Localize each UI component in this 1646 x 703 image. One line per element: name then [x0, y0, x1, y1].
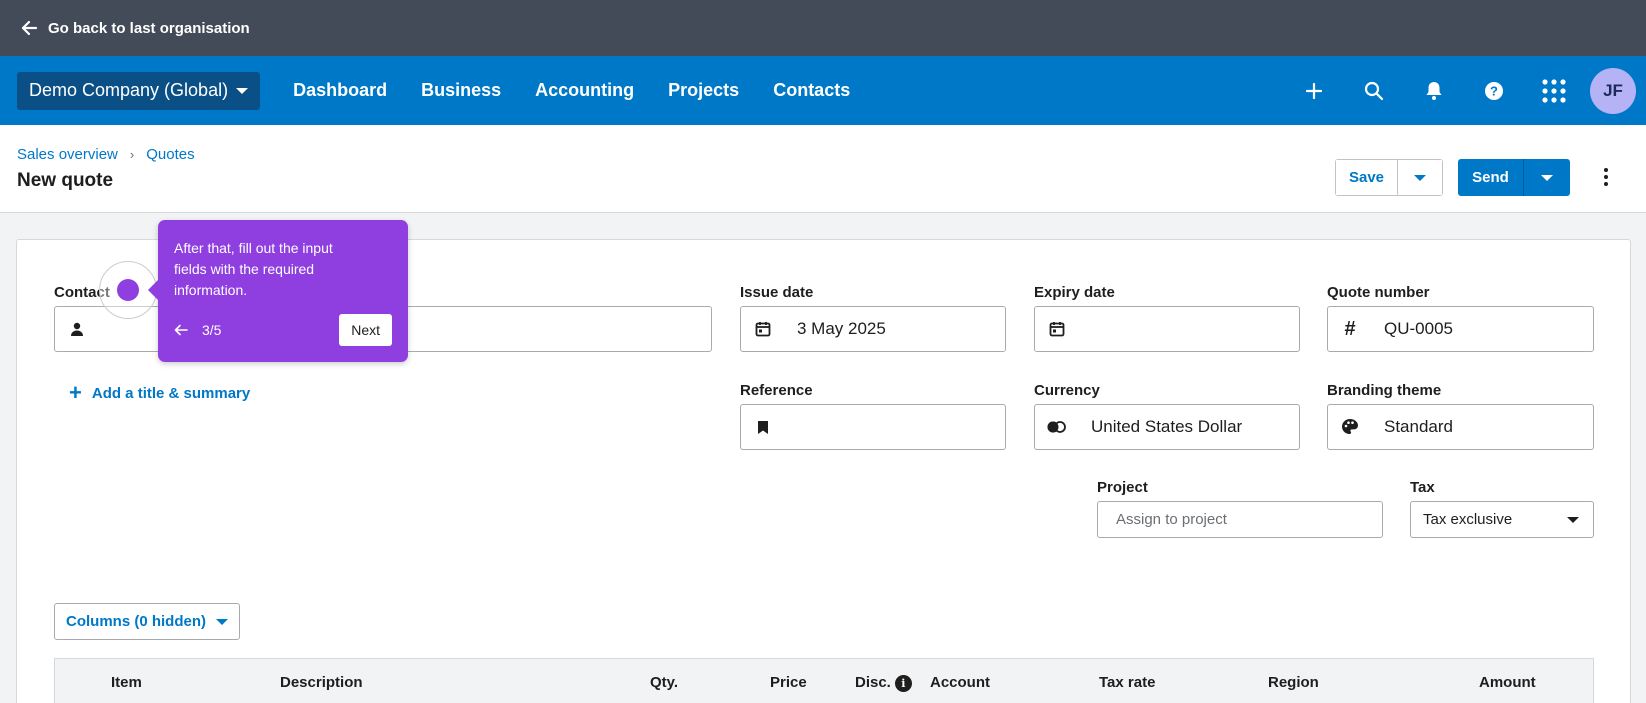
tax-label: Tax [1410, 479, 1435, 496]
arrow-left-icon [21, 20, 38, 36]
tooltip-footer: 3/5 Next [174, 314, 392, 346]
tax-value: Tax exclusive [1423, 511, 1513, 528]
tax-select[interactable]: Tax exclusive [1410, 501, 1594, 538]
tooltip-previous-button[interactable] [174, 324, 188, 336]
chevron-down-icon [236, 87, 249, 94]
column-header-discount-label: Disc. [855, 674, 891, 691]
help-icon[interactable]: ? [1464, 56, 1524, 125]
plus-icon[interactable] [1284, 56, 1344, 125]
tooltip-message: After that, fill out the input fields wi… [174, 240, 333, 298]
user-avatar[interactable]: JF [1590, 67, 1636, 114]
project-label: Project [1097, 479, 1148, 496]
quote-number-label: Quote number [1327, 284, 1430, 301]
columns-button[interactable]: Columns (0 hidden) [54, 603, 240, 640]
add-title-summary-link[interactable]: + Add a title & summary [69, 382, 250, 404]
save-button[interactable]: Save [1336, 160, 1398, 195]
hotspot-dot[interactable] [117, 279, 139, 301]
column-header-price: Price [770, 674, 807, 691]
breadcrumb: Sales overview › Quotes [17, 146, 195, 163]
chevron-down-icon [216, 618, 228, 625]
arrow-left-icon [174, 324, 188, 336]
apps-grid-icon[interactable] [1524, 56, 1584, 125]
main-nav: Demo Company (Global) Dashboard Business… [0, 56, 1646, 125]
branding-theme-field[interactable]: Standard [1327, 404, 1594, 450]
chevron-right-icon: › [129, 147, 135, 162]
palette-icon [1328, 418, 1372, 436]
calendar-icon [1035, 321, 1079, 337]
send-button-group: Send [1458, 159, 1570, 196]
tooltip-step-counter: 3/5 [202, 322, 222, 338]
nav-dashboard[interactable]: Dashboard [276, 80, 404, 101]
chevron-down-icon [1567, 517, 1579, 523]
reference-field[interactable] [740, 404, 1006, 450]
issue-date-value: 3 May 2025 [797, 319, 886, 338]
save-options-dropdown[interactable] [1398, 160, 1442, 195]
save-button-group: Save [1335, 159, 1443, 196]
nav-icons: ? JF [1284, 56, 1646, 125]
calendar-icon [741, 321, 785, 337]
nav-accounting[interactable]: Accounting [518, 80, 651, 101]
chevron-down-icon [1414, 174, 1426, 181]
organisation-switcher[interactable]: Demo Company (Global) [17, 71, 261, 110]
send-button[interactable]: Send [1458, 159, 1524, 196]
column-header-qty: Qty. [650, 674, 679, 691]
column-header-amount: Amount [1479, 674, 1536, 691]
breadcrumb-quotes[interactable]: Quotes [146, 146, 194, 163]
project-input[interactable]: Assign to project [1097, 501, 1383, 538]
column-header-tax-rate: Tax rate [1099, 674, 1156, 691]
line-items-table-header: Item Description Qty. Price Disc. i Accou… [54, 658, 1594, 703]
currency-value: United States Dollar [1091, 417, 1243, 436]
column-header-account: Account [930, 674, 990, 691]
nav-links: Dashboard Business Accounting Projects C… [276, 80, 867, 101]
issue-date-field[interactable]: 3 May 2025 [740, 306, 1006, 352]
branding-theme-value: Standard [1384, 417, 1453, 436]
expiry-date-field[interactable] [1034, 306, 1300, 352]
onboarding-tooltip: After that, fill out the input fields wi… [148, 220, 408, 362]
svg-text:?: ? [1490, 83, 1498, 98]
top-bar: Go back to last organisation [0, 0, 1646, 56]
page-header: Sales overview › Quotes New quote Save S… [0, 125, 1646, 213]
tooltip-next-button[interactable]: Next [339, 314, 392, 346]
quote-number-value: QU-0005 [1384, 319, 1453, 338]
column-header-discount: Disc. i [855, 674, 912, 692]
columns-label: Columns (0 hidden) [66, 613, 206, 630]
branding-theme-label: Branding theme [1327, 382, 1442, 399]
quote-number-field[interactable]: # QU-0005 [1327, 306, 1594, 352]
organisation-name: Demo Company (Global) [29, 80, 229, 100]
currency-icon [1035, 420, 1079, 434]
column-header-region: Region [1268, 674, 1319, 691]
person-icon [55, 322, 99, 336]
page-title: New quote [17, 170, 114, 191]
back-to-organisation-link[interactable]: Go back to last organisation [20, 19, 250, 37]
bookmark-icon [741, 420, 785, 435]
info-icon[interactable]: i [894, 674, 912, 692]
chevron-down-icon [1541, 174, 1553, 181]
issue-date-label: Issue date [740, 284, 814, 301]
bell-icon[interactable] [1404, 56, 1464, 125]
back-label: Go back to last organisation [48, 19, 250, 37]
column-header-item: Item [111, 674, 142, 691]
nav-contacts[interactable]: Contacts [756, 80, 867, 101]
add-title-label: Add a title & summary [91, 384, 251, 402]
hash-icon: # [1344, 317, 1356, 340]
search-icon[interactable] [1344, 56, 1404, 125]
currency-label: Currency [1034, 382, 1100, 399]
currency-field[interactable]: United States Dollar [1034, 404, 1300, 450]
nav-projects[interactable]: Projects [651, 80, 756, 101]
more-options-icon[interactable] [1594, 165, 1618, 189]
plus-icon: + [69, 380, 82, 405]
reference-label: Reference [740, 382, 813, 399]
expiry-date-label: Expiry date [1034, 284, 1115, 301]
column-header-description: Description [280, 674, 363, 691]
send-options-dropdown[interactable] [1524, 159, 1570, 196]
breadcrumb-sales-overview[interactable]: Sales overview [17, 146, 118, 163]
nav-business[interactable]: Business [404, 80, 518, 101]
